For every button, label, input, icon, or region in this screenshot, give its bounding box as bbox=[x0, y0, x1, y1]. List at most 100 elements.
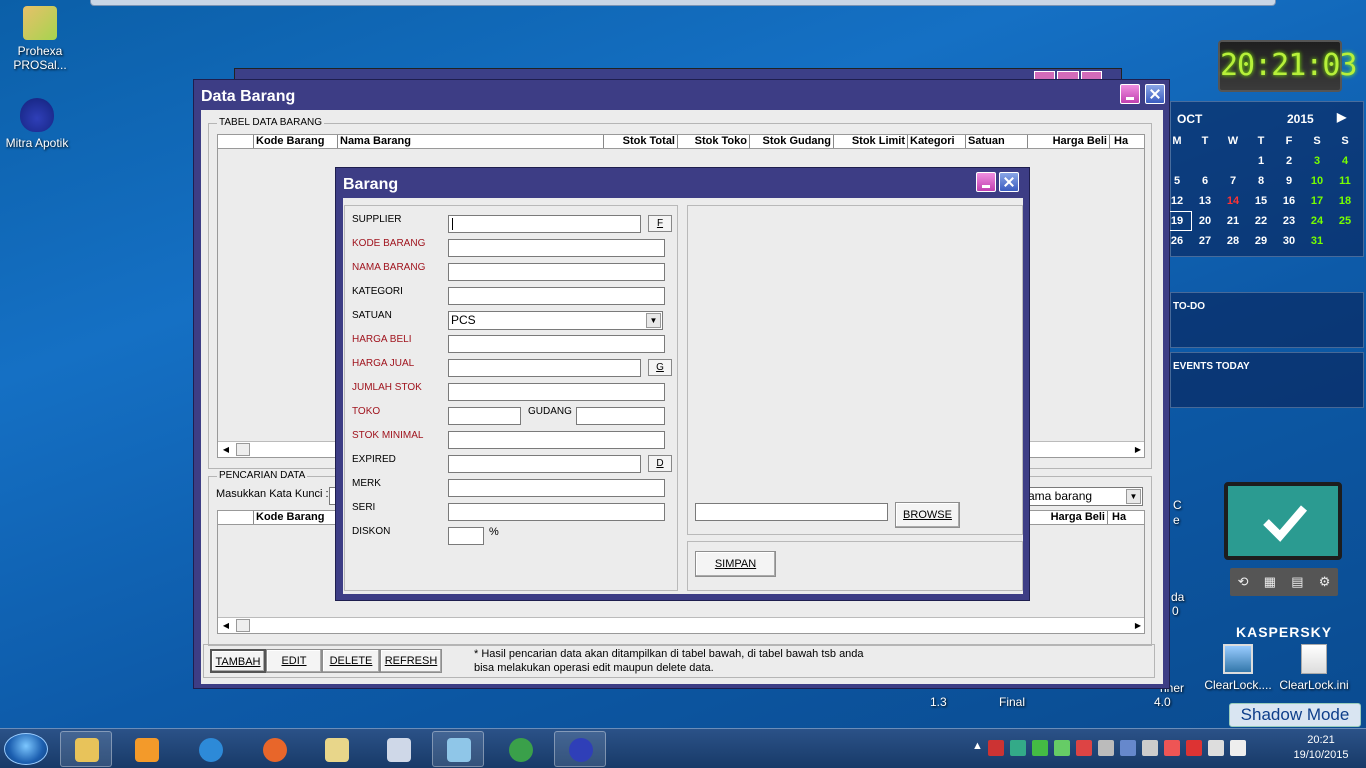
diskon-input[interactable] bbox=[448, 527, 484, 545]
taskbar-media-player[interactable] bbox=[120, 731, 172, 767]
calendar-day[interactable]: 17 bbox=[1303, 192, 1331, 210]
update-icon[interactable]: ⟲ bbox=[1238, 574, 1249, 590]
supplier-input[interactable] bbox=[448, 215, 641, 233]
calendar-day[interactable]: 31 bbox=[1303, 232, 1331, 250]
column-header[interactable]: Stok Total bbox=[604, 135, 678, 148]
tray-icon[interactable] bbox=[1076, 740, 1092, 756]
calendar-day[interactable]: 28 bbox=[1219, 232, 1247, 250]
calendar-day[interactable]: 30 bbox=[1275, 232, 1303, 250]
calendar-day[interactable]: 29 bbox=[1247, 232, 1275, 250]
calendar-day[interactable]: 25 bbox=[1331, 212, 1359, 230]
satuan-select[interactable]: PCS ▼ bbox=[448, 311, 663, 330]
start-button[interactable] bbox=[4, 733, 48, 765]
tray-icon[interactable] bbox=[988, 740, 1004, 756]
column-header[interactable]: Kategori bbox=[908, 135, 966, 148]
desktop-icon-prohexa[interactable]: Prohexa PROSal... bbox=[0, 6, 80, 72]
tray-icon[interactable] bbox=[1054, 740, 1070, 756]
column-header[interactable]: Kode Barang bbox=[254, 511, 338, 524]
calendar-icon[interactable]: ▦ bbox=[1264, 574, 1276, 590]
desktop-icon-clearlock[interactable]: ClearLock.... bbox=[1200, 644, 1276, 692]
taskbar-ie[interactable] bbox=[184, 731, 236, 767]
kategori-input[interactable] bbox=[448, 287, 665, 305]
expired-date-button[interactable]: D bbox=[648, 455, 672, 472]
column-header[interactable]: Stok Toko bbox=[678, 135, 750, 148]
calendar-day[interactable]: 24 bbox=[1303, 212, 1331, 230]
taskbar-explorer[interactable] bbox=[60, 731, 112, 767]
report-icon[interactable]: ▤ bbox=[1291, 574, 1303, 590]
scrollbar-thumb[interactable] bbox=[236, 443, 250, 456]
image-path-input[interactable] bbox=[695, 503, 888, 521]
browse-button[interactable]: BROWSE bbox=[895, 502, 960, 528]
calendar-day[interactable]: 22 bbox=[1247, 212, 1275, 230]
calendar-day[interactable]: 9 bbox=[1275, 172, 1303, 190]
taskbar-firefox[interactable] bbox=[248, 731, 300, 767]
tray-icon[interactable] bbox=[1032, 740, 1048, 756]
calendar-day[interactable]: 13 bbox=[1191, 192, 1219, 210]
shadow-mode-badge[interactable]: Shadow Mode bbox=[1229, 703, 1361, 727]
calendar-day[interactable]: 18 bbox=[1331, 192, 1359, 210]
calendar-day[interactable]: 23 bbox=[1275, 212, 1303, 230]
calendar-day[interactable]: 3 bbox=[1303, 152, 1331, 170]
show-hidden-icon[interactable]: ▲ bbox=[972, 740, 983, 756]
close-button[interactable] bbox=[1145, 84, 1165, 104]
calendar-day[interactable]: 11 bbox=[1331, 172, 1359, 190]
desktop-icon-clearlock-ini[interactable]: ClearLock.ini bbox=[1274, 644, 1354, 692]
merk-input[interactable] bbox=[448, 479, 665, 497]
column-header[interactable]: Harga Beli bbox=[1028, 135, 1110, 148]
harga-jual-input[interactable] bbox=[448, 359, 641, 377]
harga-jual-generate-button[interactable]: G bbox=[648, 359, 672, 376]
tambah-button[interactable]: TAMBAH bbox=[210, 649, 266, 673]
minimize-button[interactable] bbox=[1120, 84, 1140, 104]
taskbar-clock[interactable]: 20:21 19/10/2015 bbox=[1290, 733, 1352, 763]
column-header[interactable]: Ha bbox=[1108, 511, 1144, 524]
toko-input[interactable] bbox=[448, 407, 521, 425]
kaspersky-gadget[interactable]: ⟲ ▦ ▤ ⚙ bbox=[1222, 482, 1344, 612]
scroll-left-icon[interactable]: ◀ bbox=[218, 618, 234, 633]
nama-barang-input[interactable] bbox=[448, 263, 665, 281]
harga-beli-input[interactable] bbox=[448, 335, 665, 353]
calendar-next-arrow-icon[interactable]: ▶ bbox=[1337, 110, 1346, 124]
gudang-input[interactable] bbox=[576, 407, 665, 425]
calendar-day[interactable]: 20 bbox=[1191, 212, 1219, 230]
calendar-day[interactable]: 2 bbox=[1275, 152, 1303, 170]
bluetooth-icon[interactable] bbox=[1120, 740, 1136, 756]
horizontal-scrollbar[interactable]: ◀ ▶ bbox=[218, 617, 1144, 633]
volume-icon[interactable] bbox=[1208, 740, 1224, 756]
scroll-left-icon[interactable]: ◀ bbox=[218, 442, 234, 457]
calendar-day[interactable]: 15 bbox=[1247, 192, 1275, 210]
refresh-button[interactable]: REFRESH bbox=[380, 649, 442, 673]
taskbar-globe[interactable] bbox=[494, 731, 546, 767]
calendar-day[interactable]: 4 bbox=[1331, 152, 1359, 170]
calendar-day[interactable]: 8 bbox=[1247, 172, 1275, 190]
column-header[interactable]: Stok Gudang bbox=[750, 135, 834, 148]
kode-barang-input[interactable] bbox=[448, 239, 665, 257]
scroll-right-icon[interactable]: ▶ bbox=[1130, 442, 1144, 457]
desktop-icon-mitra-apotik[interactable]: Mitra Apotik bbox=[0, 98, 77, 150]
calendar-day[interactable]: 1 bbox=[1247, 152, 1275, 170]
supplier-lookup-button[interactable]: F bbox=[648, 215, 672, 232]
calendar-day[interactable]: 14 bbox=[1219, 192, 1247, 210]
column-header[interactable]: Nama Barang bbox=[338, 135, 604, 148]
calendar-day[interactable]: 16 bbox=[1275, 192, 1303, 210]
scrollbar-thumb[interactable] bbox=[236, 619, 250, 632]
taskbar-app[interactable] bbox=[432, 731, 484, 767]
chevron-down-icon[interactable]: ▼ bbox=[646, 313, 661, 328]
calendar-day[interactable]: 7 bbox=[1219, 172, 1247, 190]
chevron-down-icon[interactable]: ▼ bbox=[1126, 489, 1141, 504]
column-header[interactable]: Kode Barang bbox=[254, 135, 338, 148]
tray-icon[interactable] bbox=[1010, 740, 1026, 756]
tray-icon[interactable] bbox=[1142, 740, 1158, 756]
search-field-select[interactable]: ama barang ▼ bbox=[1025, 487, 1143, 506]
settings-icon[interactable]: ⚙ bbox=[1319, 574, 1331, 590]
taskbar-app[interactable] bbox=[372, 731, 424, 767]
calendar-day[interactable]: 27 bbox=[1191, 232, 1219, 250]
delete-button[interactable]: DELETE bbox=[322, 649, 380, 673]
stok-minimal-input[interactable] bbox=[448, 431, 665, 449]
tray-icon[interactable] bbox=[1230, 740, 1246, 756]
network-icon[interactable] bbox=[1186, 740, 1202, 756]
tray-icon[interactable] bbox=[1098, 740, 1114, 756]
jumlah-stok-input[interactable] bbox=[448, 383, 665, 401]
scroll-right-icon[interactable]: ▶ bbox=[1130, 618, 1144, 633]
column-header[interactable]: Stok Limit bbox=[834, 135, 908, 148]
calendar-day[interactable]: 10 bbox=[1303, 172, 1331, 190]
